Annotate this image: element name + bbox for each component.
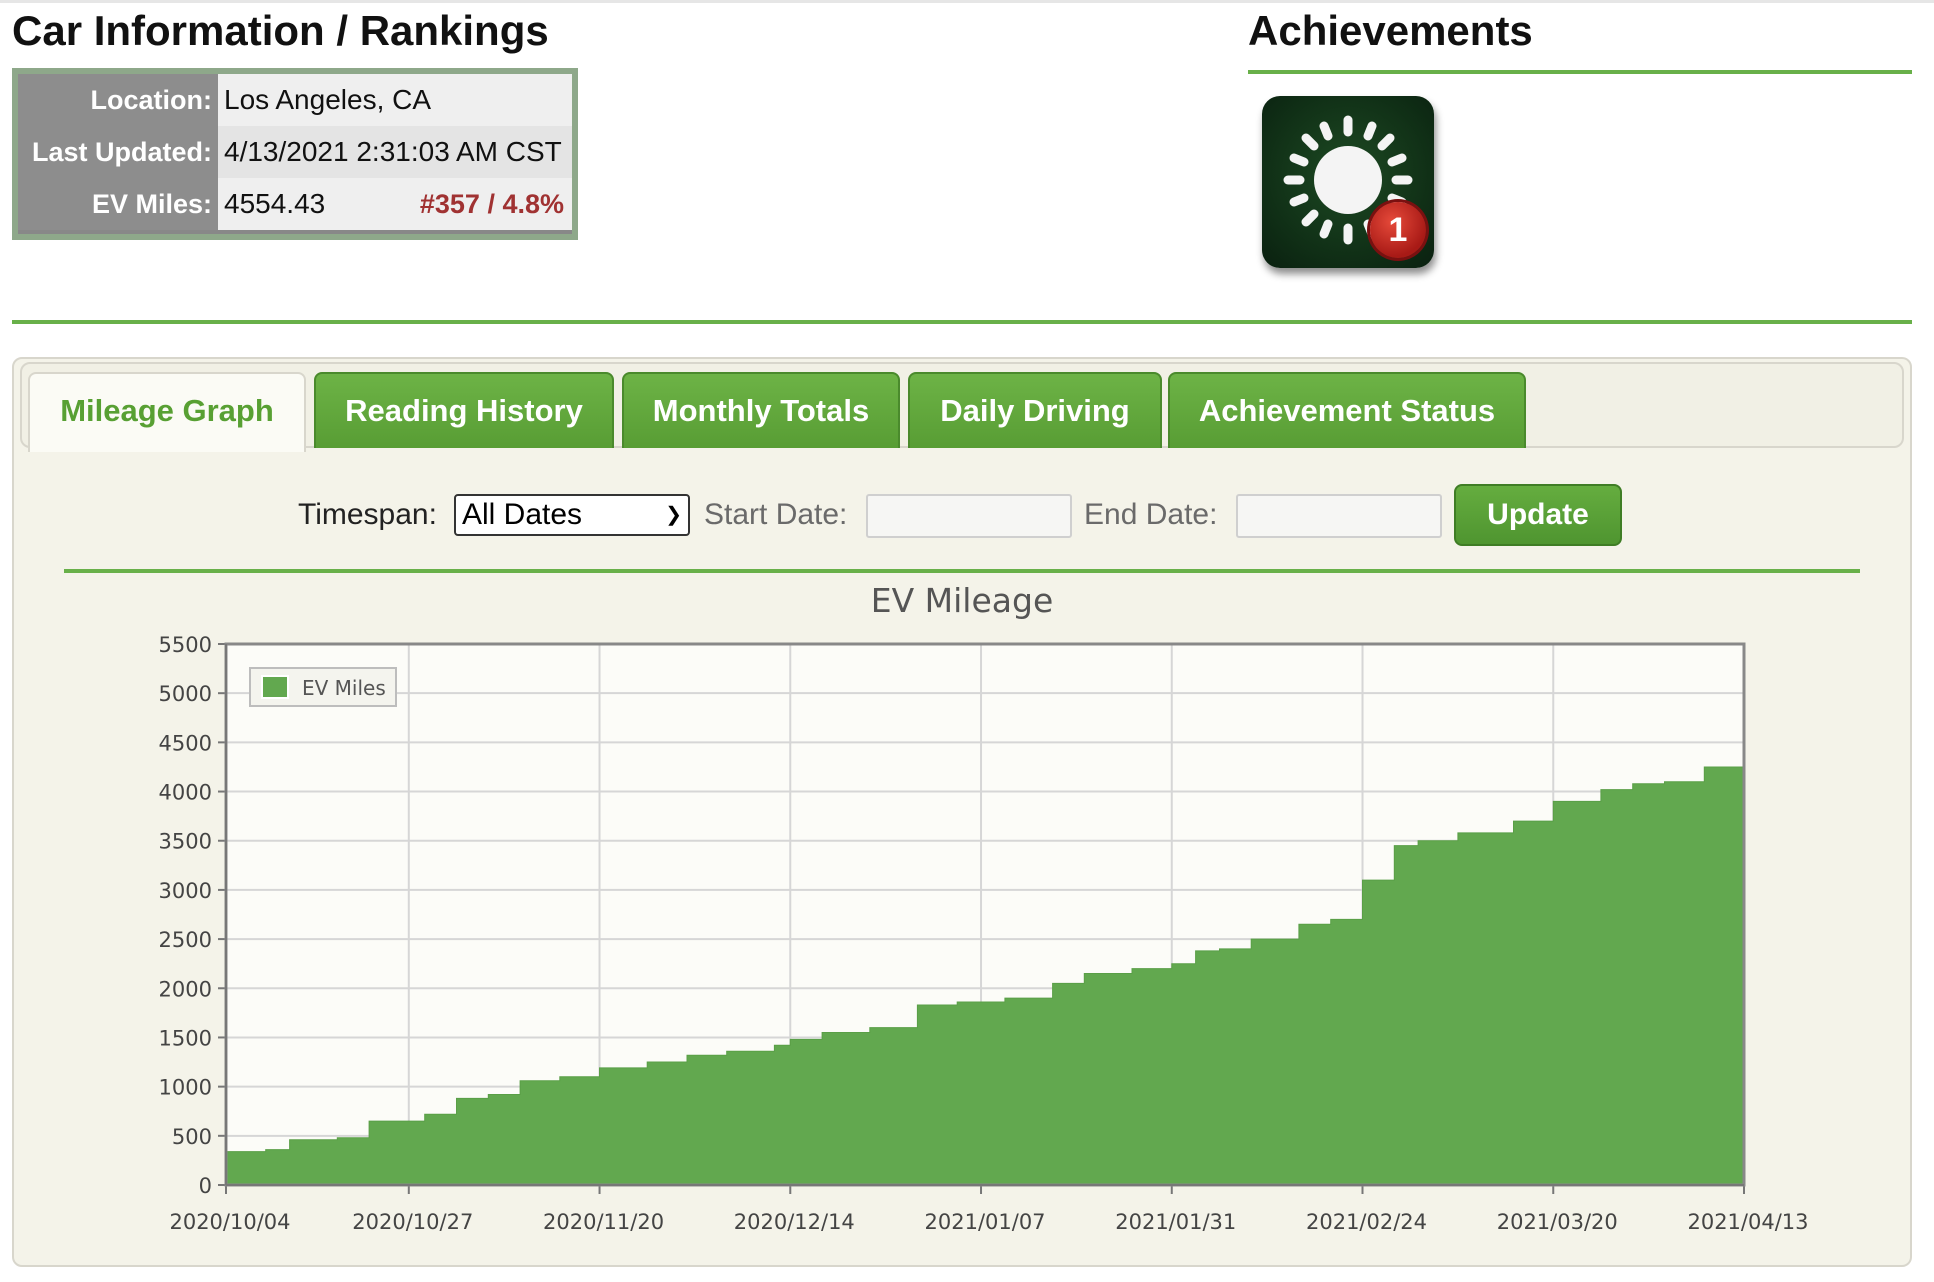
- achievements-divider: [1248, 70, 1912, 74]
- car-info-table: Location: Los Angeles, CA Last Updated: …: [12, 68, 578, 240]
- last-updated-label: Last Updated:: [18, 126, 218, 178]
- x-tick-label: 2020/10/04: [169, 1210, 290, 1234]
- achievement-count-badge: 1: [1370, 202, 1426, 258]
- x-tick-label: 2021/02/24: [1306, 1210, 1427, 1234]
- chevron-down-icon: ❯: [665, 504, 682, 526]
- tab-mileage-graph[interactable]: Mileage Graph: [28, 372, 306, 452]
- y-tick-label: 2000: [159, 977, 212, 1001]
- update-button[interactable]: Update: [1454, 484, 1622, 546]
- y-tick-label: 3000: [159, 879, 212, 903]
- x-tick-label: 2021/03/20: [1497, 1210, 1618, 1234]
- legend-label: EV Miles: [302, 676, 386, 700]
- y-tick-label: 5500: [159, 633, 212, 657]
- x-tick-label: 2021/04/13: [1687, 1210, 1808, 1234]
- info-row-ev-miles: EV Miles: 4554.43 #357 / 4.8%: [18, 178, 572, 230]
- timespan-select[interactable]: All Dates ❯: [454, 494, 690, 536]
- y-tick-label: 5000: [159, 682, 212, 706]
- legend-swatch: [261, 675, 289, 699]
- tab-reading-history[interactable]: Reading History: [314, 372, 614, 448]
- location-value: Los Angeles, CA: [218, 74, 572, 126]
- ev-mileage-chart: 0 500 1000 1500 2000 2500 3000 3500 4000 4500 5000…: [159, 581, 1809, 1234]
- chart-title: EV Mileage: [871, 581, 1054, 620]
- location-text: Los Angeles, CA: [224, 84, 432, 115]
- info-row-location: Location: Los Angeles, CA: [18, 74, 572, 126]
- ev-miles-text: 4554.43: [224, 188, 326, 219]
- x-tick-label: 2021/01/31: [1115, 1210, 1236, 1234]
- tab-achievement-status[interactable]: Achievement Status: [1168, 372, 1526, 448]
- y-tick-label: 4500: [159, 731, 212, 755]
- timespan-value: All Dates: [462, 498, 583, 531]
- car-info-title: Car Information / Rankings: [12, 7, 549, 54]
- start-date-input[interactable]: [866, 494, 1072, 538]
- timespan-label: Timespan:: [298, 498, 437, 531]
- achievements-title: Achievements: [1248, 7, 1533, 54]
- section-divider: [12, 320, 1912, 324]
- y-tick-label: 1500: [159, 1026, 212, 1050]
- chart-divider: [64, 569, 1860, 573]
- y-tick-label: 2500: [159, 928, 212, 952]
- y-tick-label: 500: [172, 1125, 212, 1149]
- x-tick-label: 2020/11/20: [543, 1210, 664, 1234]
- location-label: Location:: [18, 74, 218, 126]
- ev-miles-label: EV Miles:: [18, 178, 218, 230]
- info-row-last-updated: Last Updated: 4/13/2021 2:31:03 AM CST: [18, 126, 572, 178]
- top-border: [0, 0, 1934, 3]
- last-updated-value: 4/13/2021 2:31:03 AM CST: [218, 126, 572, 178]
- x-tick-label: 2020/12/14: [734, 1210, 855, 1234]
- y-tick-label: 1000: [159, 1076, 212, 1100]
- end-date-label: End Date:: [1084, 498, 1218, 531]
- y-tick-label: 3500: [159, 830, 212, 854]
- end-date-input[interactable]: [1236, 494, 1442, 538]
- y-tick-label: 4000: [159, 781, 212, 805]
- last-updated-text: 4/13/2021 2:31:03 AM CST: [224, 136, 562, 167]
- tab-daily-driving[interactable]: Daily Driving: [908, 372, 1162, 448]
- ev-miles-value: 4554.43 #357 / 4.8%: [218, 178, 572, 230]
- x-tick-label: 2021/01/07: [925, 1210, 1046, 1234]
- start-date-label: Start Date:: [704, 498, 848, 531]
- y-tick-label: 0: [199, 1174, 212, 1198]
- ev-miles-rank: #357 / 4.8%: [419, 189, 564, 219]
- x-tick-label: 2020/10/27: [352, 1210, 473, 1234]
- tab-monthly-totals[interactable]: Monthly Totals: [622, 372, 900, 448]
